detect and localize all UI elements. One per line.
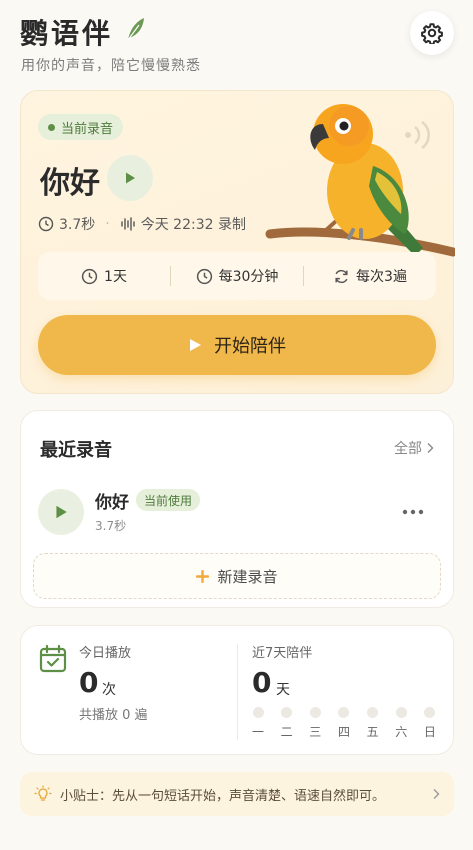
schedule-interval-label: 每30分钟 [218,269,279,285]
day-dot [309,707,321,718]
recording-name: 你好 [95,493,129,513]
leaf-icon [127,18,144,41]
waveform-icon [121,217,135,231]
gear-icon [421,23,443,44]
in-use-badge: 当前使用 [136,489,201,511]
day-dot [395,707,407,718]
chevron-right-icon [433,789,440,799]
day-label: 二 [280,725,293,739]
tip-banner[interactable]: 小贴士：先从一句短话开始，声音清楚、语速自然即可。 [20,772,454,816]
day-sat: 六 [387,707,415,740]
day-label: 一 [251,725,264,739]
today-plays-unit: 次 [102,682,116,698]
chevron-right-icon [427,443,434,453]
day-dot [367,707,379,718]
day-wed: 三 [301,707,329,740]
plus-icon [196,569,210,583]
clock-icon [38,216,54,232]
new-recording-button[interactable]: 新建录音 [33,553,441,599]
repeat-icon [335,269,348,283]
day-dot [424,707,436,718]
meta-separator: · [105,216,110,232]
recording-duration: 3.7秒 [59,217,96,233]
schedule-settings[interactable]: 1天 每30分钟 每次3遍 [38,252,436,300]
current-phrase: 你好 [40,166,100,201]
week-companion-label: 近7天陪伴 [252,646,313,661]
app-title: 鹦语伴 [20,17,114,50]
play-icon [190,339,201,351]
day-tue: 二 [273,707,301,740]
day-label: 五 [366,725,379,739]
lightbulb-icon [34,785,52,801]
app-subtitle: 用你的声音，陪它慢慢熟悉 [21,58,201,74]
day-mon: 一 [244,707,272,740]
day-sun: 日 [416,707,444,740]
day-label: 三 [309,725,322,739]
day-fri: 五 [359,707,387,740]
clock-icon [81,268,98,284]
divider [237,644,238,740]
day-label: 四 [337,725,350,739]
new-recording-label: 新建录音 [217,567,278,586]
view-all-label: 全部 [394,441,422,457]
today-plays-label: 今日播放 [79,646,132,661]
day-label: 日 [423,725,436,739]
play-icon [126,172,135,184]
play-current-button[interactable] [107,155,153,201]
start-companion-label: 开始陪伴 [214,336,286,357]
day-thu: 四 [330,707,358,740]
start-companion-button[interactable]: 开始陪伴 [38,315,436,375]
recording-play-button[interactable] [38,489,84,535]
more-options-icon[interactable] [400,502,426,522]
day-dot [252,707,264,718]
settings-button[interactable] [410,11,454,55]
day-dot [281,707,293,718]
status-dot [48,123,55,131]
schedule-duration-label: 1天 [104,269,127,285]
view-all-link[interactable]: 全部 [394,438,434,458]
tip-text: 小贴士：先从一句短话开始，声音清楚、语速自然即可。 [60,788,386,804]
week-companion-unit: 天 [276,682,290,698]
recent-recordings-title: 最近录音 [40,440,112,461]
total-plays: 共播放 0 遍 [79,708,148,723]
week-days-row: 一 二 三 四 五 六 日 [244,707,444,740]
schedule-repeat[interactable]: 每次3遍 [304,266,436,286]
day-label: 六 [395,725,408,739]
schedule-repeat-label: 每次3遍 [356,269,407,285]
schedule-duration[interactable]: 1天 [38,266,170,286]
recording-meta: 3.7秒 · 今天 22:32 录制 [38,214,246,234]
schedule-interval[interactable]: 每30分钟 [171,266,303,286]
recording-time: 今天 22:32 录制 [140,217,246,233]
week-companion-count: 0 [252,666,272,699]
calendar-check-icon [39,644,67,673]
play-icon [56,505,67,519]
sound-waves-icon [405,120,430,150]
clock-icon [196,268,212,284]
recording-item-duration: 3.7秒 [95,519,127,533]
today-plays-count: 0 [79,666,99,699]
current-recording-badge-label: 当前录音 [61,121,114,137]
day-dot [338,707,350,718]
current-recording-badge: 当前录音 [38,114,124,140]
